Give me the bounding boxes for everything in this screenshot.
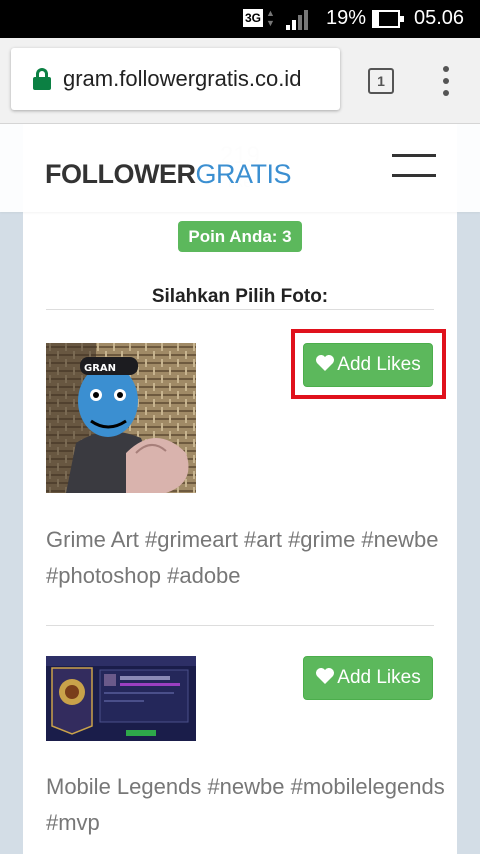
svg-text:GRAN: GRAN [84, 363, 116, 374]
logo-text-follower: FOLLOWER [45, 159, 196, 189]
overflow-menu-icon[interactable] [436, 66, 456, 96]
photo-caption: Grime Art #grimeart #art #grime #newbe #… [46, 527, 439, 588]
battery-icon [372, 10, 404, 28]
points-badge: Poin Anda: 3 [178, 221, 302, 252]
highlight-box [291, 329, 446, 399]
choose-photo-heading: Silahkan Pilih Foto: [151, 286, 329, 307]
data-activity-icon: ▲ ▼ [266, 8, 275, 28]
divider [46, 309, 434, 310]
divider [46, 625, 434, 626]
photo-thumbnail-mobile-legends [46, 656, 196, 741]
url-text: gram.followergratis.co.id [63, 66, 302, 91]
clock: 05.06 [414, 7, 465, 29]
network-type: 3G [243, 9, 263, 27]
status-bar: 3G ▲ ▼ 19% 05.06 [0, 0, 480, 38]
add-likes-label: Add Likes [337, 667, 421, 688]
battery-percent: 19% [326, 7, 367, 29]
site-logo[interactable]: FOLLOWERGRATIS [45, 159, 291, 190]
photo-thumbnail-grime-art: GRAN [46, 343, 196, 493]
web-page: 219 like FOLLOWERGRATIS Poin Anda: 3 Sil… [0, 124, 480, 854]
lock-icon [33, 68, 51, 90]
address-bar[interactable]: gram.followergratis.co.id [11, 48, 340, 110]
heart-icon [316, 667, 335, 684]
hamburger-menu-icon[interactable] [392, 154, 436, 178]
signal-icon [286, 10, 312, 30]
site-navbar: FOLLOWERGRATIS [0, 124, 480, 212]
photo-caption: Mobile Legends #newbe #mobilelegends #mv… [46, 774, 445, 835]
browser-toolbar: gram.followergratis.co.id 1 [0, 38, 480, 124]
tab-switcher-button[interactable]: 1 [368, 68, 394, 94]
add-likes-button[interactable]: Add Likes [303, 656, 433, 700]
logo-text-gratis: GRATIS [195, 159, 291, 189]
